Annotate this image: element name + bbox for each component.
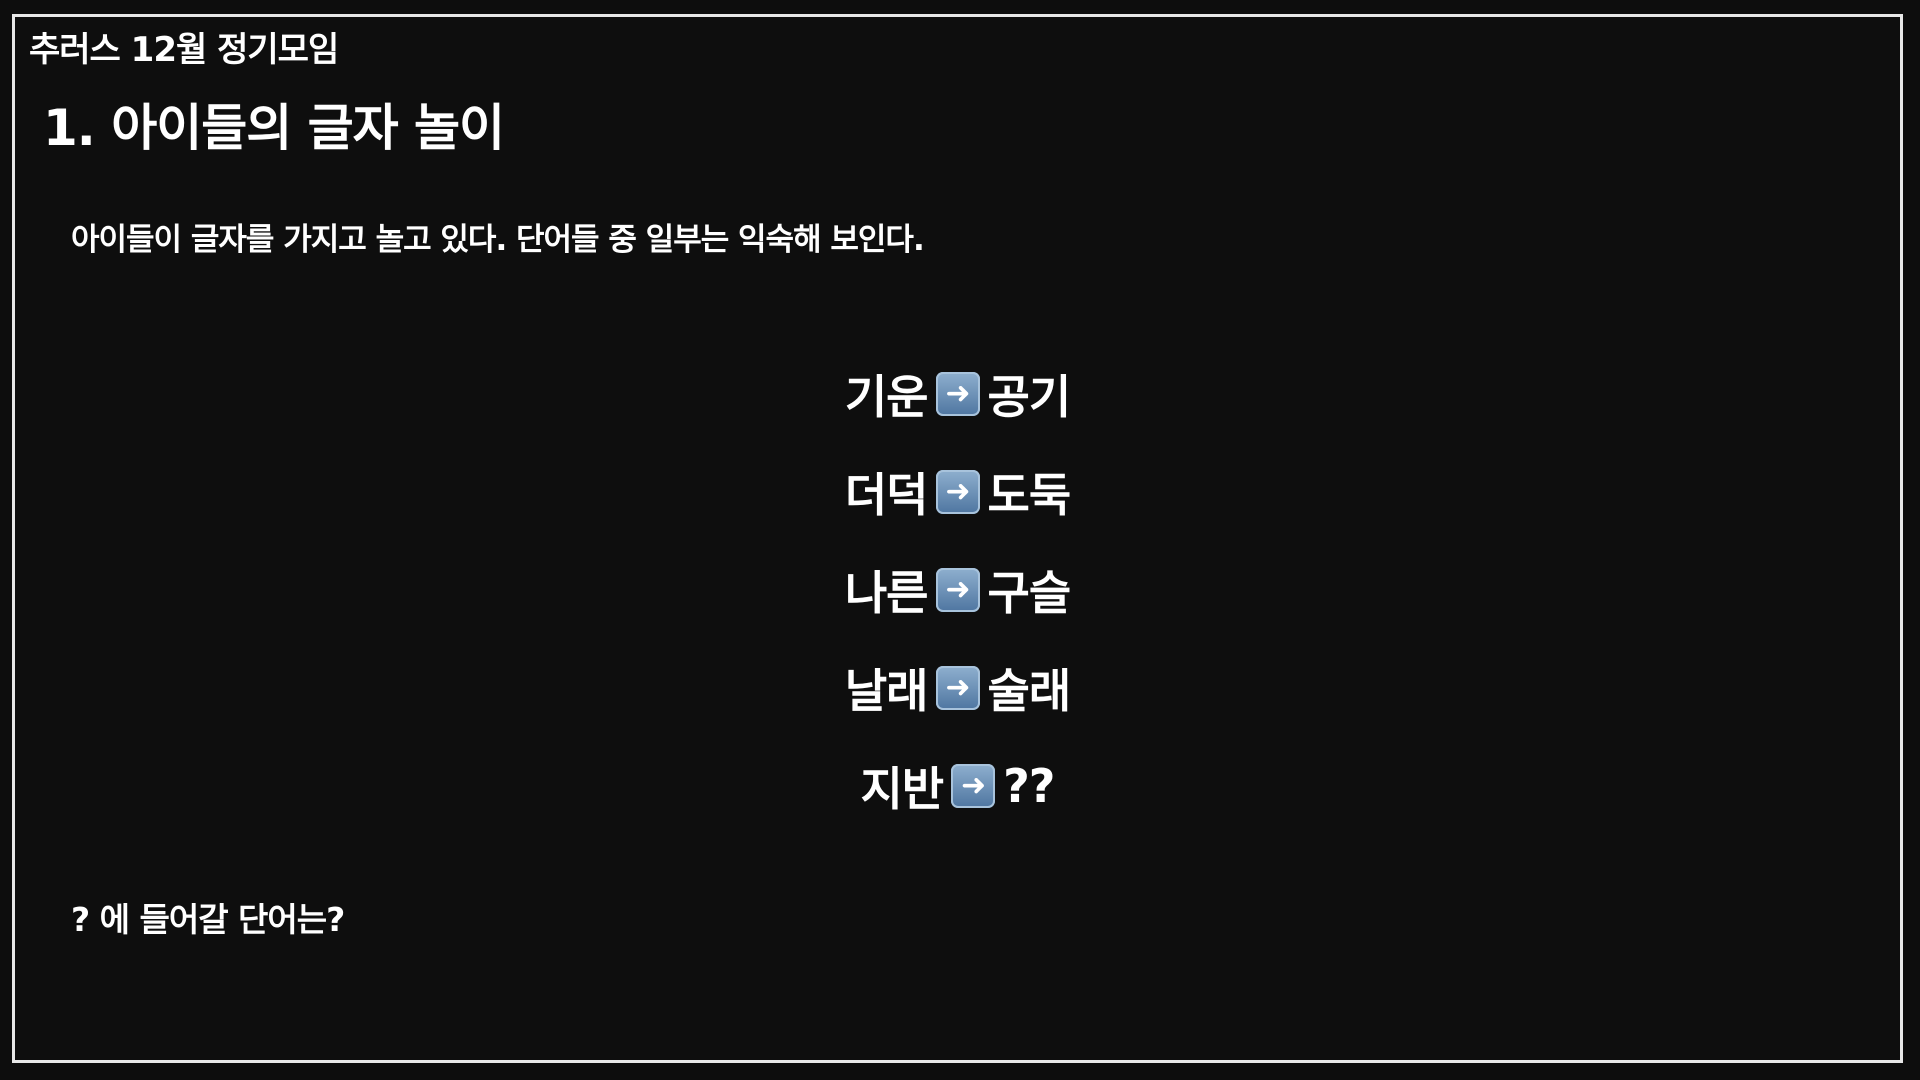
word-right: 도둑 [987, 468, 1072, 522]
word-pair-row: 지반 ➜ ?? [15, 737, 1900, 835]
section-title: 1. 아이들의 글자 놀이 [43, 99, 505, 157]
word-left: 기운 [844, 370, 929, 424]
word-right: 공기 [987, 370, 1072, 424]
word-left: 지반 [860, 762, 944, 816]
word-right: 술래 [987, 664, 1072, 718]
slide-frame: 추러스 12월 정기모임 1. 아이들의 글자 놀이 아이들이 글자를 가지고 … [12, 14, 1903, 1063]
question-text: ? 에 들어갈 단어는? [71, 900, 345, 939]
word-pairs: 기운 ➜ 공기 더덕 ➜ 도둑 나른 ➜ 구슬 날래 ➜ 술래 지반 ➜ ?? [15, 345, 1900, 835]
word-pair-row: 날래 ➜ 술래 [15, 639, 1900, 737]
word-left: 나른 [844, 566, 929, 620]
word-right: 구슬 [987, 566, 1072, 620]
word-pair-row: 나른 ➜ 구슬 [15, 541, 1900, 639]
intro-text: 아이들이 글자를 가지고 놀고 있다. 단어들 중 일부는 익숙해 보인다. [71, 222, 925, 258]
right-arrow-icon: ➜ [935, 666, 980, 710]
word-left: 더덕 [844, 468, 929, 522]
right-arrow-icon: ➜ [935, 372, 980, 416]
word-pair-row: 기운 ➜ 공기 [15, 345, 1900, 443]
meeting-title: 추러스 12월 정기모임 [29, 30, 339, 70]
right-arrow-icon: ➜ [935, 470, 980, 514]
word-left: 날래 [844, 664, 929, 718]
right-arrow-icon: ➜ [951, 764, 996, 808]
word-pair-row: 더덕 ➜ 도둑 [15, 443, 1900, 541]
word-right: ?? [1003, 759, 1055, 813]
right-arrow-icon: ➜ [935, 568, 980, 612]
